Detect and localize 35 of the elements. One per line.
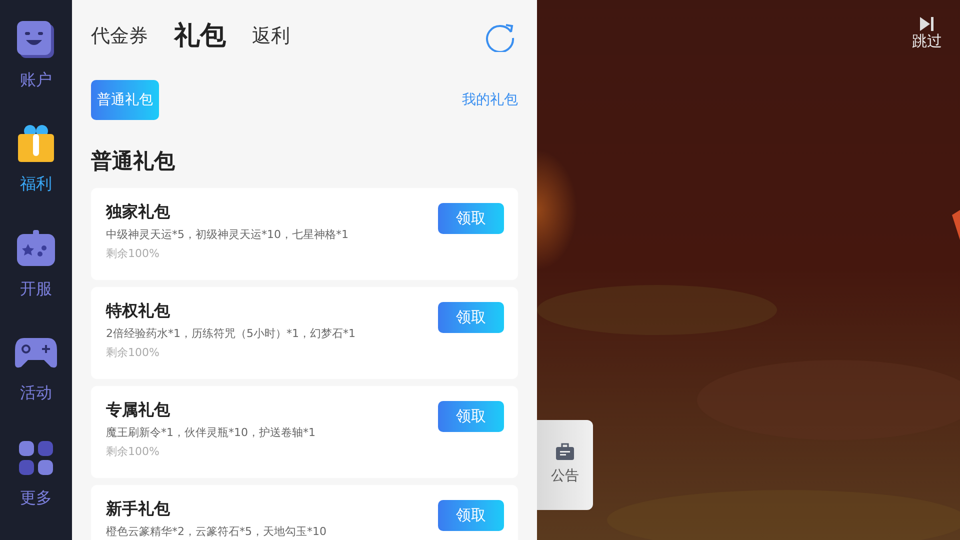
notice-tab[interactable]: 公告	[537, 420, 593, 510]
gift-name: 新手礼包	[106, 498, 171, 520]
gift-name: 专属礼包	[106, 398, 171, 420]
claim-button[interactable]: 领取	[438, 202, 504, 234]
sidebar-item[interactable]: 活动	[0, 331, 72, 436]
gift-contents: 2倍经验药水*1，历练符咒（5小时）*1，幻梦石*1	[106, 326, 356, 342]
sidebar-item[interactable]: 更多	[0, 436, 72, 540]
remaining-text: 剩余100%	[106, 246, 160, 262]
claim-button[interactable]: 领取	[438, 400, 504, 432]
remaining-text: 剩余100%	[106, 444, 160, 460]
gamepad-icon	[14, 336, 58, 370]
gift-name: 特权礼包	[106, 300, 171, 322]
gift-icon	[16, 124, 56, 164]
sidebar-item[interactable]: 账户	[0, 18, 72, 122]
claim-button[interactable]: 领取	[438, 500, 504, 530]
remaining-text: 剩余100%	[106, 345, 160, 361]
gift-name: 独家礼包	[106, 200, 171, 222]
grid-icon	[19, 440, 53, 475]
tab[interactable]: 礼包	[174, 16, 226, 56]
tab[interactable]: 代金券	[91, 22, 148, 50]
gift-contents: 橙色云篆精华*2，云篆符石*5，天地勾玉*10	[106, 524, 328, 540]
claim-button[interactable]: 领取	[438, 302, 504, 332]
subtab[interactable]: 普通礼包	[91, 80, 159, 120]
skip-icon	[919, 16, 935, 32]
skip-button[interactable]: 跳过	[912, 16, 942, 50]
game-controller-icon	[16, 228, 56, 269]
gift-contents: 中级神灵天运*5，初级神灵天运*10，七星神格*1	[106, 226, 350, 242]
briefcase-icon	[556, 443, 574, 460]
gift-contents: 魔王刷新令*1，伙伴灵瓶*10，护送卷轴*1	[106, 424, 316, 440]
sidebar-item[interactable]: 福利	[0, 122, 72, 227]
tab[interactable]: 返利	[252, 22, 290, 50]
smiley-face-icon	[16, 20, 56, 60]
sidebar-item[interactable]: 开服	[0, 226, 72, 332]
my-gifts-link[interactable]: 我的礼包	[462, 90, 518, 110]
section-title: 普通礼包	[91, 148, 176, 175]
